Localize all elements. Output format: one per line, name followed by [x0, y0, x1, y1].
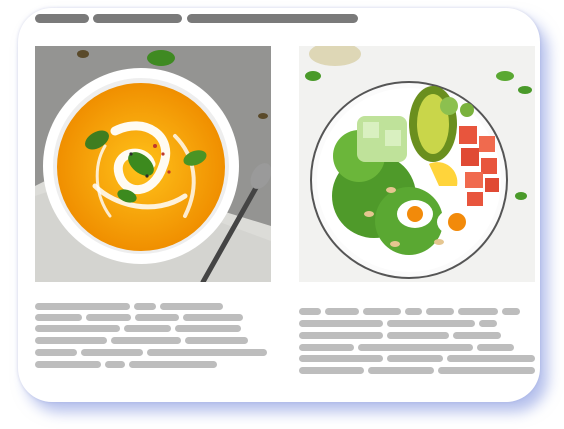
text-line: [299, 320, 383, 327]
text-line: [405, 308, 422, 315]
text-line: [447, 355, 535, 362]
text-line: [35, 303, 130, 310]
text-line: [387, 332, 449, 339]
text-line: [325, 308, 359, 315]
salad-photo[interactable]: [299, 46, 535, 282]
text-line: [368, 367, 434, 374]
text-line: [129, 361, 217, 368]
text-line: [35, 337, 107, 344]
header-bar-3: [187, 14, 358, 23]
text-line: [185, 337, 248, 344]
text-line: [81, 349, 143, 356]
text-line: [426, 308, 454, 315]
text-line: [35, 349, 77, 356]
text-line: [111, 337, 181, 344]
text-line: [35, 361, 101, 368]
soup-photo[interactable]: [35, 46, 271, 282]
text-line: [358, 344, 473, 351]
text-line: [299, 344, 354, 351]
text-line: [175, 325, 241, 332]
text-line: [35, 314, 82, 321]
text-line: [134, 303, 156, 310]
text-line: [124, 325, 171, 332]
text-line: [458, 308, 498, 315]
text-line: [477, 344, 514, 351]
text-line: [299, 332, 383, 339]
text-line: [35, 325, 120, 332]
content-card: [18, 8, 540, 402]
text-line: [387, 355, 443, 362]
text-line: [160, 303, 223, 310]
text-line: [135, 314, 179, 321]
text-line: [502, 308, 520, 315]
text-line: [299, 367, 364, 374]
text-line: [299, 308, 321, 315]
pumpkin-soup-bowl-icon: [35, 46, 271, 282]
text-line: [86, 314, 131, 321]
text-line: [363, 308, 401, 315]
text-line: [299, 355, 383, 362]
text-line: [453, 332, 501, 339]
header-bar-1: [35, 14, 89, 23]
text-line: [183, 314, 243, 321]
text-line: [105, 361, 125, 368]
text-line: [438, 367, 535, 374]
text-line: [387, 320, 475, 327]
text-line: [147, 349, 267, 356]
text-line: [479, 320, 497, 327]
header-bar-2: [93, 14, 182, 23]
salmon-avocado-salad-bowl-icon: [299, 46, 535, 282]
